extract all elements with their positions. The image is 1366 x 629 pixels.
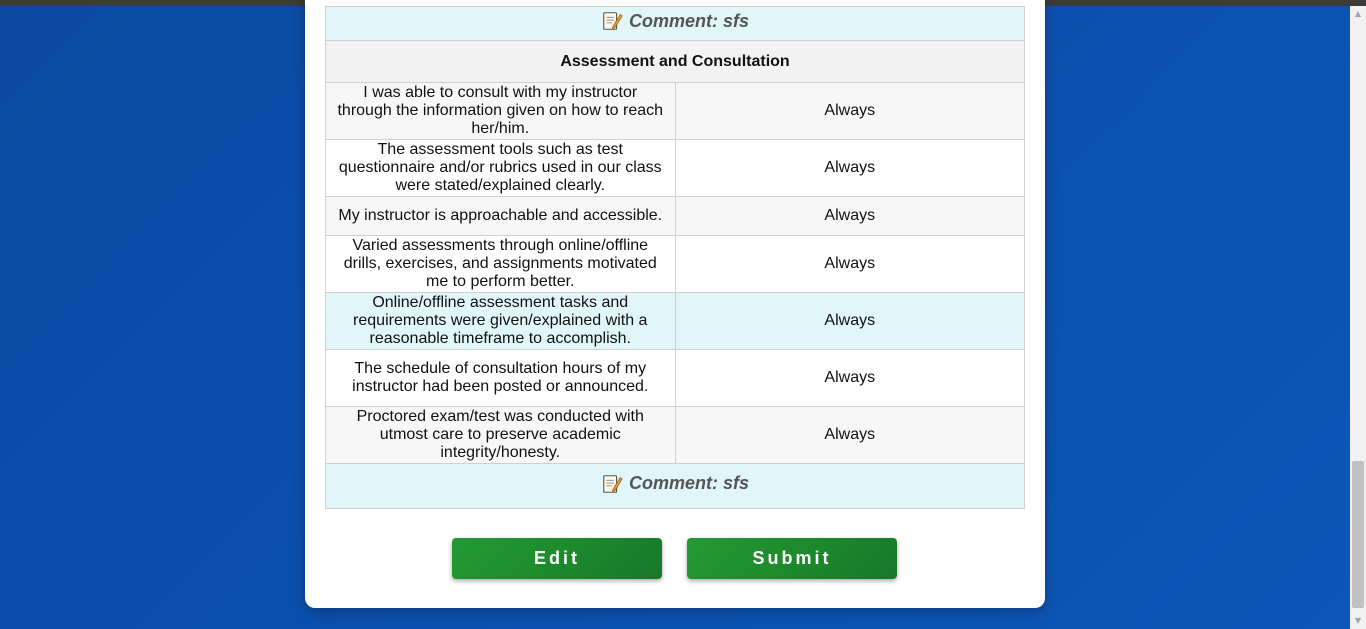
question-row[interactable]: Varied assessments through online/offlin… (325, 235, 1025, 293)
comment-text: Comment: sfs (628, 473, 749, 493)
scroll-up-arrow-icon[interactable]: ▲ (1350, 6, 1366, 22)
question-row[interactable]: I was able to consult with my instructor… (325, 82, 1025, 140)
question-row[interactable]: The assessment tools such as test questi… (325, 139, 1025, 197)
comment-display: Comment: sfs (601, 10, 749, 32)
edit-button[interactable]: Edit (452, 538, 662, 579)
answer-value: Always (674, 292, 1025, 350)
section-title: Assessment and Consultation (325, 40, 1025, 83)
question-text: I was able to consult with my instructor… (325, 82, 676, 140)
scroll-down-arrow-icon[interactable]: ▼ (1350, 613, 1366, 629)
page-scrollbar[interactable]: ▲ ▼ (1350, 6, 1366, 629)
question-text: My instructor is approachable and access… (325, 196, 676, 236)
answer-value: Always (674, 349, 1025, 407)
comment-display: Comment: sfs (601, 473, 749, 495)
survey-card: Comment: sfs Assessment and Consultation… (305, 0, 1045, 608)
memo-icon (603, 12, 623, 30)
answer-value: Always (674, 139, 1025, 197)
question-row[interactable]: The schedule of consultation hours of my… (325, 349, 1025, 407)
question-row[interactable]: Proctored exam/test was conducted with u… (325, 406, 1025, 464)
comment-row-top: Comment: sfs (325, 6, 1025, 41)
section-header-row: Assessment and Consultation (325, 40, 1025, 83)
answer-value: Always (674, 235, 1025, 293)
question-row[interactable]: Online/offline assessment tasks and requ… (325, 292, 1025, 350)
comment-row-bottom: Comment: sfs (325, 463, 1025, 509)
question-text: Proctored exam/test was conducted with u… (325, 406, 676, 464)
question-text: Varied assessments through online/offlin… (325, 235, 676, 293)
question-text: The assessment tools such as test questi… (325, 139, 676, 197)
scrollbar-thumb[interactable] (1352, 461, 1364, 608)
submit-button[interactable]: Submit (687, 538, 897, 579)
question-text: Online/offline assessment tasks and requ… (325, 292, 676, 350)
comment-text: Comment: sfs (628, 10, 749, 31)
memo-icon (603, 474, 623, 493)
question-row[interactable]: My instructor is approachable and access… (325, 196, 1025, 236)
answer-value: Always (674, 82, 1025, 140)
survey-table: Comment: sfs Assessment and Consultation… (325, 6, 1025, 509)
answer-value: Always (674, 406, 1025, 464)
question-text: The schedule of consultation hours of my… (325, 349, 676, 407)
answer-value: Always (674, 196, 1025, 236)
